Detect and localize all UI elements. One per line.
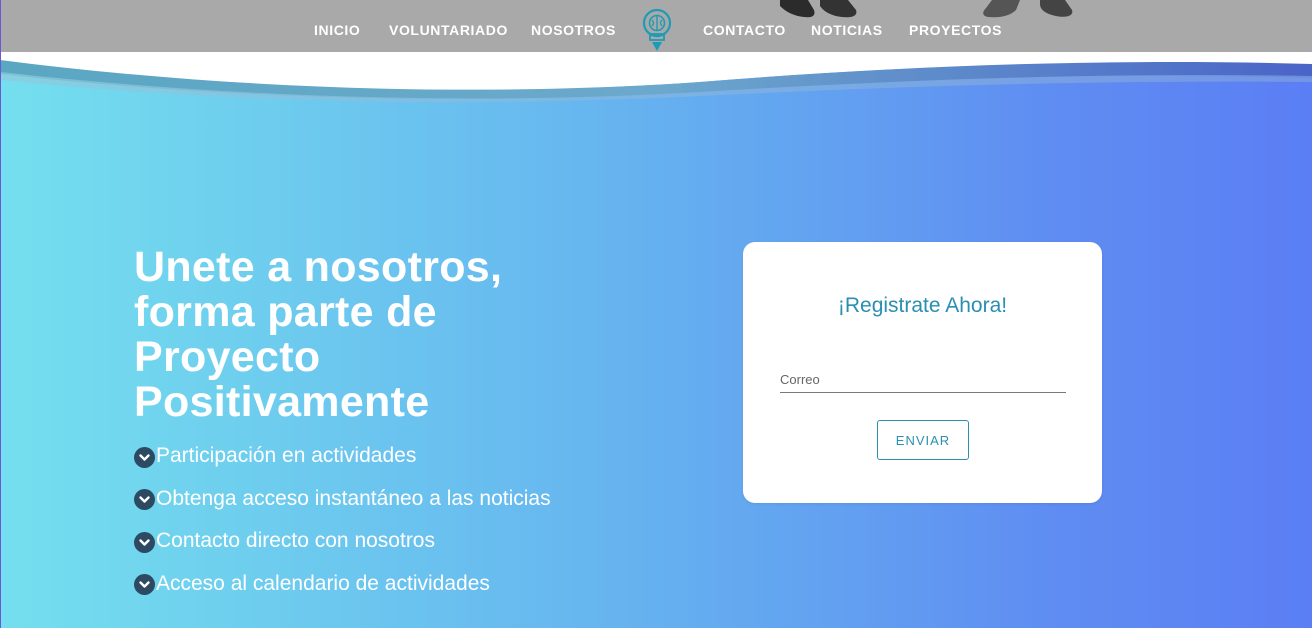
benefit-text: Participación en actividades [156, 444, 417, 468]
page: INICIO VOLUNTARIADO NOSOTROS CONTACTO NO… [0, 0, 1312, 628]
chevron-down-circle-icon [134, 489, 155, 511]
benefit-item: Participación en actividades [134, 435, 551, 478]
lightbulb-brain-icon[interactable] [640, 7, 674, 53]
nav-item-nosotros[interactable]: NOSOTROS [531, 22, 616, 38]
chevron-down-circle-icon [134, 574, 155, 596]
benefit-text: Acceso al calendario de actividades [156, 571, 490, 595]
benefit-text: Contacto directo con nosotros [156, 529, 435, 553]
benefits-list: Participación en actividades Obtenga acc… [134, 435, 551, 605]
main-nav: INICIO VOLUNTARIADO NOSOTROS CONTACTO NO… [0, 0, 1312, 60]
benefit-item: Contacto directo con nosotros [134, 520, 551, 563]
benefit-text: Obtenga acceso instantáneo a las noticia… [156, 486, 551, 510]
nav-item-voluntariado[interactable]: VOLUNTARIADO [389, 22, 508, 38]
chevron-down-circle-icon [134, 531, 155, 553]
signup-title: ¡Registrate Ahora! [837, 294, 1008, 317]
nav-item-proyectos[interactable]: PROYECTOS [909, 22, 1002, 38]
benefit-item: Obtenga acceso instantáneo a las noticia… [134, 478, 551, 521]
submit-button[interactable]: ENVIAR [877, 420, 969, 460]
benefit-item: Acceso al calendario de actividades [134, 563, 551, 606]
left-edge-line [0, 0, 1, 628]
email-field[interactable] [780, 366, 1066, 393]
chevron-down-circle-icon [134, 446, 155, 468]
hero-headline: Unete a nosotros, forma parte de Proyect… [134, 243, 503, 426]
signup-card: ¡Registrate Ahora! ENVIAR [743, 242, 1102, 503]
nav-item-noticias[interactable]: NOTICIAS [811, 22, 883, 38]
nav-item-inicio[interactable]: INICIO [314, 22, 360, 38]
nav-item-contacto[interactable]: CONTACTO [703, 22, 786, 38]
